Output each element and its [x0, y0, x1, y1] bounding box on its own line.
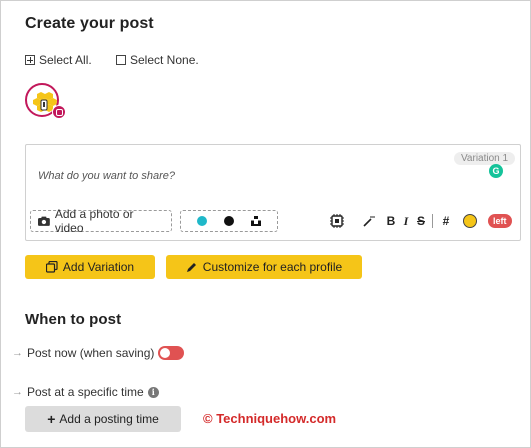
- add-variation-label: Add Variation: [62, 260, 135, 274]
- variation-label: Variation 1: [454, 152, 516, 165]
- add-posting-time-button[interactable]: + Add a posting time: [25, 406, 181, 432]
- info-icon[interactable]: i: [147, 386, 159, 398]
- select-none-control[interactable]: Select None.: [116, 53, 199, 67]
- select-none-label: Select None.: [130, 53, 199, 67]
- plus-icon: +: [47, 411, 56, 427]
- post-text-area[interactable]: What do you want to share?: [38, 170, 175, 182]
- add-posting-time-label: Add a posting time: [59, 412, 159, 426]
- strikethrough-icon[interactable]: S: [415, 211, 427, 231]
- post-at-time-row: → Post at a specific time i: [12, 385, 159, 399]
- grammarly-icon[interactable]: G: [489, 164, 503, 178]
- camera-icon: [38, 216, 50, 226]
- canva-icon[interactable]: [197, 216, 207, 226]
- bold-icon[interactable]: B: [385, 211, 397, 231]
- when-to-post-title: When to post: [25, 311, 122, 328]
- add-photo-video-label: Add a photo or video: [54, 207, 134, 235]
- magic-wand-icon[interactable]: [362, 211, 376, 231]
- media-sources-group: [180, 210, 278, 232]
- italic-icon[interactable]: I: [400, 211, 412, 231]
- select-all-label: Select All.: [39, 53, 92, 67]
- hashtag-icon[interactable]: #: [439, 211, 453, 231]
- arrow-right-icon: →: [12, 386, 23, 398]
- instagram-icon: [52, 105, 66, 119]
- create-post-title: Create your post: [25, 15, 154, 32]
- customize-label: Customize for each profile: [202, 260, 343, 274]
- post-now-toggle[interactable]: [158, 346, 185, 360]
- customize-profile-button[interactable]: Customize for each profile: [166, 255, 362, 279]
- post-composer: Variation 1 G What do you want to share?…: [25, 144, 521, 241]
- toolbar-divider: [432, 214, 433, 228]
- character-counter-badge: left: [488, 214, 512, 228]
- giphy-icon[interactable]: [224, 216, 234, 226]
- post-now-row: → Post now (when saving): [12, 346, 185, 360]
- unsplash-icon[interactable]: [251, 216, 261, 226]
- select-all-control[interactable]: Select All.: [25, 53, 92, 67]
- copy-icon: [45, 261, 58, 273]
- arrow-right-icon: →: [12, 347, 23, 359]
- add-variation-button[interactable]: Add Variation: [25, 255, 155, 279]
- select-all-checkbox-icon: [25, 55, 35, 65]
- pencil-icon: [186, 263, 196, 272]
- add-photo-video-button[interactable]: Add a photo or video: [30, 207, 172, 235]
- watermark-text: © Techniquehow.com: [203, 411, 337, 426]
- profile-avatar-button[interactable]: [25, 83, 69, 123]
- select-none-checkbox-icon: [116, 55, 126, 65]
- emoji-icon[interactable]: [463, 214, 477, 228]
- post-now-label: Post now (when saving): [27, 346, 155, 360]
- post-at-time-label: Post at a specific time: [27, 385, 144, 399]
- ai-assistant-icon[interactable]: [328, 211, 346, 231]
